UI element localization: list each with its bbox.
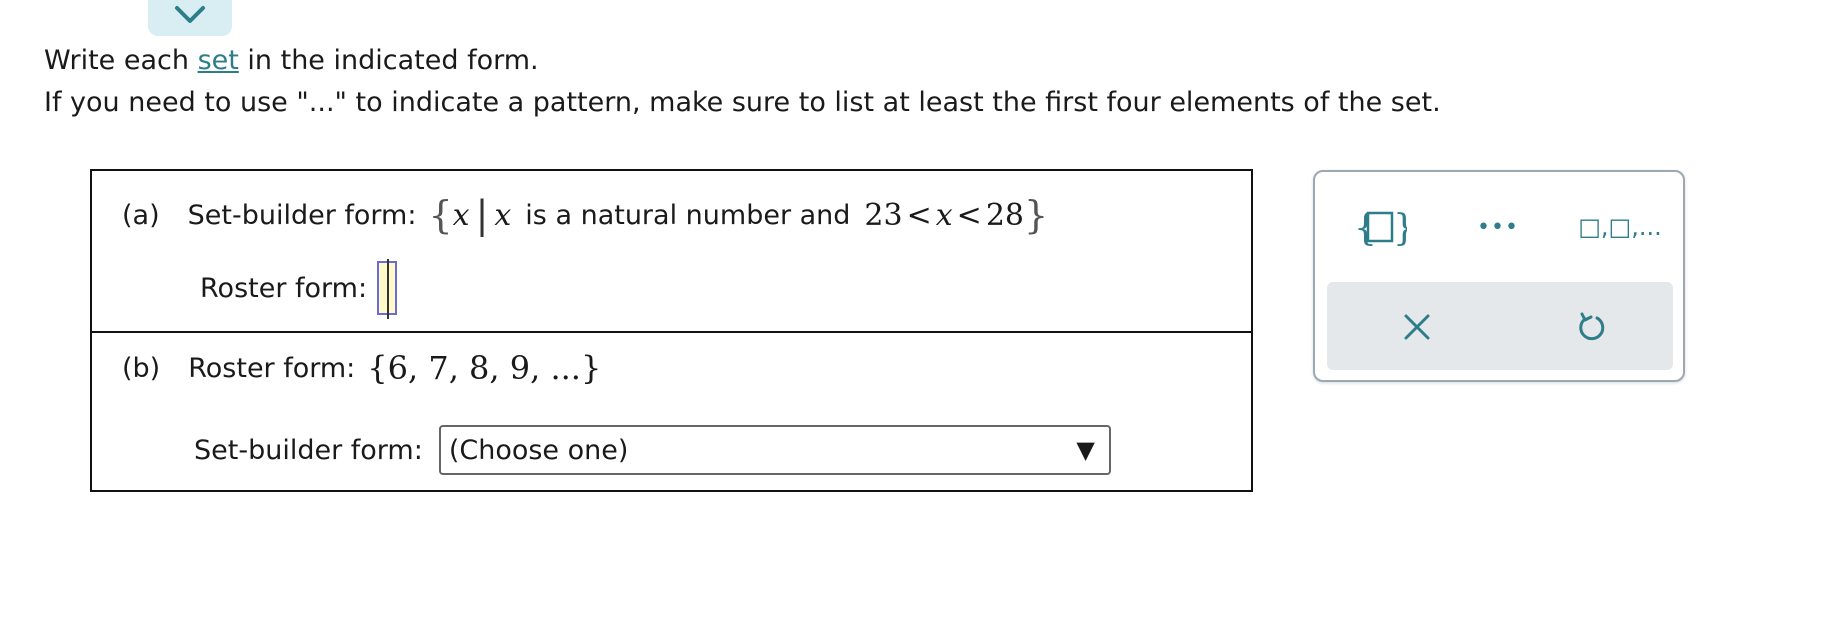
roster-label: Roster form: bbox=[188, 352, 356, 384]
close-brace: } bbox=[1024, 193, 1049, 237]
math-variable: x bbox=[452, 197, 470, 233]
set-braces-icon: { } bbox=[1354, 208, 1407, 249]
palette-actions bbox=[1327, 282, 1673, 370]
less-than-symbol: < bbox=[906, 197, 932, 233]
part-a: (a) Set-builder form: { x | x is a natur… bbox=[92, 171, 1251, 333]
problem-box: (a) Set-builder form: { x | x is a natur… bbox=[90, 169, 1253, 492]
undo-icon bbox=[1579, 312, 1605, 341]
instructions-text: Write each bbox=[44, 45, 198, 76]
part-b-setbuilder-row: Set-builder form: (Choose one) ▼ bbox=[194, 425, 1111, 475]
roster-answer-input[interactable] bbox=[377, 259, 398, 319]
close-icon bbox=[1404, 314, 1430, 340]
list-template-button[interactable]: □,□,... bbox=[1570, 202, 1670, 252]
open-brace: { bbox=[428, 193, 453, 237]
set-braces-button[interactable]: { } bbox=[1345, 202, 1415, 252]
instructions: Write each set in the indicated form. If… bbox=[44, 40, 1441, 124]
collapse-toggle-button[interactable] bbox=[148, 0, 232, 36]
roster-set: {6, 7, 8, 9, ...} bbox=[367, 349, 602, 387]
svg-text:}: } bbox=[1393, 208, 1407, 249]
setbuilder-label: Set-builder form: bbox=[187, 199, 417, 231]
dropdown-selected-value: (Choose one) bbox=[448, 434, 629, 466]
setbuilder-dropdown[interactable]: (Choose one) ▼ bbox=[438, 425, 1111, 475]
instructions-line-1: Write each set in the indicated form. bbox=[44, 40, 1441, 82]
math-palette: { } ••• □,□,... bbox=[1313, 170, 1685, 382]
roster-label: Roster form: bbox=[200, 272, 368, 304]
instructions-line-2: If you need to use "..." to indicate a p… bbox=[44, 87, 1441, 118]
lower-bound: 23 bbox=[864, 197, 903, 233]
part-b-label: (b) bbox=[122, 352, 161, 384]
instructions-text: in the indicated form. bbox=[238, 45, 539, 76]
such-that-bar: | bbox=[475, 193, 489, 237]
part-a-roster-row: Roster form: bbox=[200, 259, 398, 319]
setbuilder-label: Set-builder form: bbox=[194, 434, 423, 466]
clear-button[interactable] bbox=[1387, 302, 1447, 352]
chevron-down-icon bbox=[175, 6, 205, 23]
part-b-roster-row: (b) Roster form: {6, 7, 8, 9, ...} bbox=[122, 349, 601, 387]
part-a-setbuilder-row: (a) Set-builder form: { x | x is a natur… bbox=[122, 193, 1048, 237]
math-variable: x bbox=[935, 197, 953, 233]
less-than-symbol: < bbox=[956, 197, 982, 233]
part-a-label: (a) bbox=[122, 199, 160, 231]
set-glossary-link[interactable]: set bbox=[198, 45, 239, 76]
upper-bound: 28 bbox=[985, 197, 1024, 233]
dropdown-arrow-icon: ▼ bbox=[1076, 436, 1095, 464]
condition-text: is a natural number and bbox=[525, 199, 851, 231]
math-variable: x bbox=[494, 197, 512, 233]
ellipsis-button[interactable]: ••• bbox=[1463, 202, 1533, 252]
undo-button[interactable] bbox=[1562, 302, 1622, 352]
text-cursor bbox=[387, 259, 390, 319]
part-b: (b) Roster form: {6, 7, 8, 9, ...} Set-b… bbox=[92, 331, 1251, 491]
